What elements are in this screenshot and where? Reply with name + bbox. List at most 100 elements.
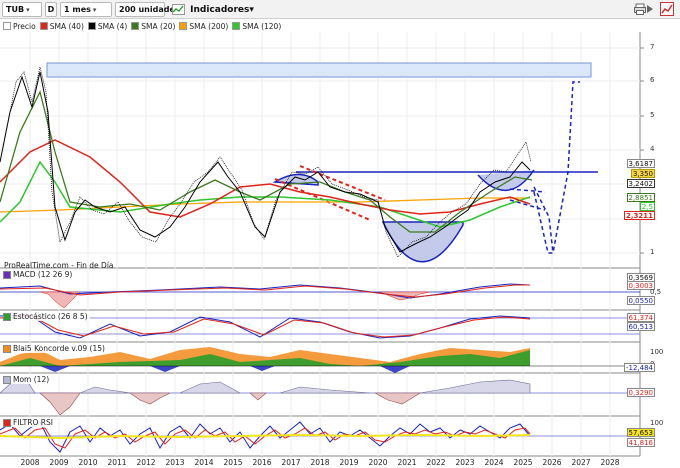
indicators-icon <box>172 4 185 15</box>
mom-panel-label[interactable]: Mom (12) <box>3 375 52 384</box>
legend-label: SMA (20) <box>141 21 176 31</box>
symbol-label: TUB <box>6 5 25 14</box>
year-label: 2018 <box>310 458 330 467</box>
mom-negative-area <box>39 392 422 416</box>
stoch-tag: 61,374 <box>626 313 655 322</box>
period-label: 1 mes <box>64 5 91 14</box>
chevron-down-icon: ▾ <box>26 6 30 14</box>
macd-signal-line <box>0 284 530 298</box>
legend-item[interactable]: SMA (40) <box>39 21 84 31</box>
mom-positive-area <box>0 377 531 394</box>
year-label: 2024 <box>484 458 504 467</box>
koncorde-panel-label[interactable]: Blai5 Koncorde v.09 (15) <box>3 344 107 353</box>
macd-label: MACD (12 26 9) <box>13 270 73 279</box>
stoch-icon <box>3 312 11 321</box>
mom-icon <box>3 375 11 384</box>
year-label: 2015 <box>223 458 243 467</box>
price-axis-label: 1 <box>650 248 655 256</box>
chart-legend: Precio SMA (40) SMA (4) SMA (20) SMA (20… <box>3 20 285 32</box>
macd-panel-label[interactable]: MACD (12 26 9) <box>3 270 75 279</box>
year-label: 2021 <box>397 458 417 467</box>
chevron-down-icon: ▾ <box>249 5 254 15</box>
legend-item[interactable]: SMA (200) <box>179 22 228 31</box>
filtro-axis-label: 100 <box>650 419 664 427</box>
legend-label: SMA (4) <box>97 21 128 31</box>
legend-item[interactable]: SMA (20) <box>131 22 175 31</box>
legend-label: Precio <box>13 21 36 31</box>
year-label: 2020 <box>368 458 388 467</box>
print-icon[interactable] <box>634 3 646 15</box>
koncorde-axis-label: 100 <box>650 348 664 356</box>
legend-swatch <box>179 22 188 30</box>
legend-swatch <box>232 22 241 30</box>
year-label: 2012 <box>136 458 156 467</box>
year-label: 2025 <box>513 458 533 467</box>
macd-axis-label: 0,5 <box>650 288 662 296</box>
legend-item[interactable]: Precio <box>3 22 36 31</box>
mom-label: Mom (12) <box>13 375 50 384</box>
units-select[interactable]: 200 unidades▾ <box>115 2 185 17</box>
year-label: 2019 <box>339 458 359 467</box>
footer-note: ProRealTime.com - Fin de Día <box>4 261 114 270</box>
year-label: 2026 <box>542 458 562 467</box>
year-label: 2010 <box>78 458 98 467</box>
resistance-zone[interactable] <box>46 62 592 78</box>
legend-swatch <box>87 22 96 30</box>
legend-label: SMA (200) <box>189 21 229 31</box>
macd-tag: 0,0550 <box>626 296 655 305</box>
legend-label: SMA (40) <box>49 21 84 31</box>
d-toggle-button[interactable]: D <box>45 2 57 17</box>
price-tag-sma40: 2,3211 <box>623 211 655 220</box>
stoch-tag: 60,513 <box>626 322 655 331</box>
year-label: 2022 <box>426 458 446 467</box>
legend-swatch <box>131 22 140 30</box>
year-label: 2017 <box>281 458 301 467</box>
price-tag-sma20: 2,8851 <box>626 193 655 202</box>
legend-item[interactable]: SMA (4) <box>87 21 128 31</box>
price-axis-ticks <box>640 47 644 254</box>
koncorde-label: Blai5 Koncorde v.09 (15) <box>13 344 105 353</box>
filtro-tag: 41,816 <box>626 438 655 447</box>
legend-item[interactable]: SMA (120) <box>232 22 281 31</box>
price-tag-last: 3,6187 <box>626 159 655 168</box>
stoch-label: Estocástico (26 8 5) <box>13 312 88 321</box>
year-label: 2009 <box>49 458 69 467</box>
indicators-label: Indicadores <box>190 5 250 15</box>
filtro-tag: 57,653 <box>626 428 655 437</box>
filtro-label: FILTRO RSI <box>13 418 53 427</box>
toolbar: TUB▾ D 1 mes▾ 200 unidades▾ Indicadores▾ <box>0 0 680 19</box>
macd-line <box>0 283 531 299</box>
price-axis-label: 7 <box>650 43 655 51</box>
macd-histogram <box>39 291 431 309</box>
stoch-panel-label[interactable]: Estocástico (26 8 5) <box>3 312 90 321</box>
year-label: 2014 <box>194 458 214 467</box>
arrow-down-icon[interactable] <box>646 4 654 14</box>
price-axis-label: 4 <box>650 145 655 153</box>
legend-swatch <box>3 22 11 30</box>
prorealtime-logo-icon[interactable] <box>660 2 674 16</box>
year-label: 2023 <box>455 458 475 467</box>
indicators-button[interactable]: Indicadores▾ <box>168 1 258 18</box>
mom-tag: 0,3290 <box>626 388 655 397</box>
period-select[interactable]: 1 mes ▾ <box>60 2 112 17</box>
year-label: 2011 <box>107 458 127 467</box>
macd-icon <box>3 270 11 279</box>
chevron-down-icon: ▾ <box>92 6 97 14</box>
d-label: D <box>47 5 55 14</box>
price-tag-sma4: 3,2402 <box>626 179 655 188</box>
year-label: 2028 <box>600 458 620 467</box>
year-label: 2027 <box>571 458 591 467</box>
koncorde-tag: -12,484 <box>623 363 655 372</box>
year-label: 2013 <box>165 458 185 467</box>
symbol-select[interactable]: TUB ▾ <box>2 2 42 17</box>
price-axis-label: 5 <box>650 111 655 119</box>
price-tag-close: 3,350 <box>630 169 655 178</box>
price-tag-sma120: 2,5 <box>639 202 655 211</box>
year-label: 2016 <box>252 458 272 467</box>
year-label: 2008 <box>20 458 40 467</box>
chart-area[interactable]: 7 6 5 4 3 2 1 3,6187 3,350 3,2402 2,8851… <box>0 32 680 468</box>
chart-canvas[interactable] <box>0 32 680 468</box>
koncorde-blue-area <box>40 366 410 373</box>
price-axis-label: 6 <box>650 76 655 84</box>
filtro-panel-label[interactable]: FILTRO RSI <box>3 418 55 427</box>
